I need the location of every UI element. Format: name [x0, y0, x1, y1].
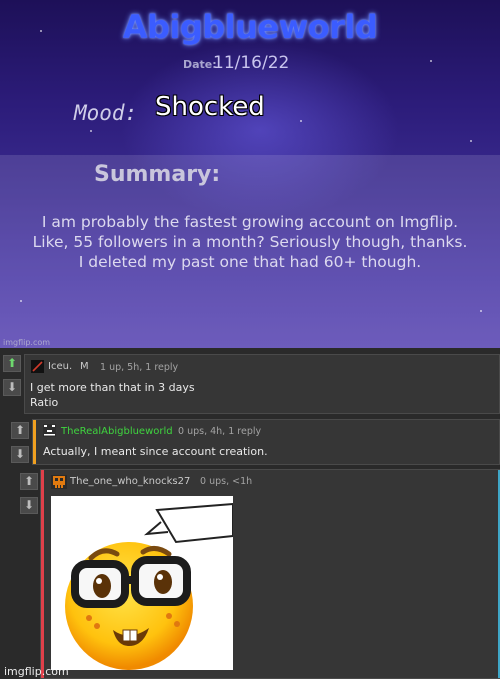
imgflip-watermark: imgflip.com — [3, 338, 51, 347]
comment-card: Iceu. M 1 up, 5h, 1 reply I get more tha… — [24, 354, 500, 414]
user-avatar[interactable] — [43, 424, 56, 437]
mood-label: Mood: — [74, 101, 138, 125]
downvote-button[interactable]: ⬇ — [11, 446, 29, 463]
star — [430, 60, 432, 62]
comment-text: Actually, I meant since account creation… — [43, 444, 268, 459]
comment-meta: 0 ups, <1h — [200, 476, 253, 487]
arrow-up-icon: ⬆ — [23, 474, 35, 488]
mood-value: Shocked — [155, 92, 265, 122]
upvote-button[interactable]: ⬆ — [11, 422, 29, 439]
star — [300, 120, 302, 122]
arrow-up-icon: ⬆ — [6, 356, 18, 370]
comment-line: Actually, I meant since account creation… — [43, 445, 268, 458]
arrow-down-icon: ⬇ — [14, 447, 26, 461]
thread-bar — [33, 420, 36, 464]
comment-line: Ratio — [30, 396, 59, 409]
summary-label: Summary: — [94, 162, 221, 187]
date-label: Date: — [183, 58, 217, 71]
comment-meta: 1 up, 5h, 1 reply — [100, 362, 179, 373]
star — [90, 130, 92, 132]
comment-card: TheRealAbigblueworld 0 ups, 4h, 1 reply … — [32, 419, 500, 465]
upvote-button[interactable]: ⬆ — [20, 473, 38, 490]
user-avatar[interactable] — [31, 360, 44, 373]
comment-text: I get more than that in 3 days Ratio — [30, 380, 195, 410]
user-badge: M — [80, 361, 89, 372]
user-avatar[interactable] — [51, 475, 67, 489]
downvote-button[interactable]: ⬇ — [3, 379, 21, 396]
summary-line: I am probably the fastest growing accoun… — [41, 213, 459, 231]
summary-line: Like, 55 followers in a month? Seriously… — [32, 233, 468, 251]
comment-username[interactable]: TheRealAbigblueworld — [61, 426, 173, 437]
comment-card: The_one_who_knocks27 0 ups, <1h — [40, 469, 500, 679]
upvote-button[interactable]: ⬆ — [3, 355, 21, 372]
comment-line: I get more than that in 3 days — [30, 381, 195, 394]
summary-line: I deleted my past one that had 60+ thoug… — [78, 253, 422, 271]
star — [480, 310, 482, 312]
announcement-template: Abigblueworld Date: 11/16/22 Mood: Shock… — [0, 0, 500, 348]
nerd-emoji-icon — [65, 502, 233, 670]
arrow-down-icon: ⬇ — [23, 498, 35, 512]
date-value: 11/16/22 — [213, 53, 290, 73]
comment-username[interactable]: Iceu. — [48, 361, 72, 372]
thread-bar — [41, 470, 44, 678]
downvote-button[interactable]: ⬇ — [20, 497, 38, 514]
arrow-up-icon: ⬆ — [14, 423, 26, 437]
star — [20, 300, 22, 302]
arrow-down-icon: ⬇ — [6, 380, 18, 394]
comment-meta: 0 ups, 4h, 1 reply — [178, 426, 262, 437]
summary-text: I am probably the fastest growing accoun… — [0, 212, 500, 272]
comment-image[interactable] — [51, 496, 233, 670]
footer-watermark: imgflip.com — [4, 665, 69, 678]
star — [470, 140, 472, 142]
brand-title: Abigblueworld — [122, 8, 378, 46]
comment-username[interactable]: The_one_who_knocks27 — [70, 476, 190, 487]
